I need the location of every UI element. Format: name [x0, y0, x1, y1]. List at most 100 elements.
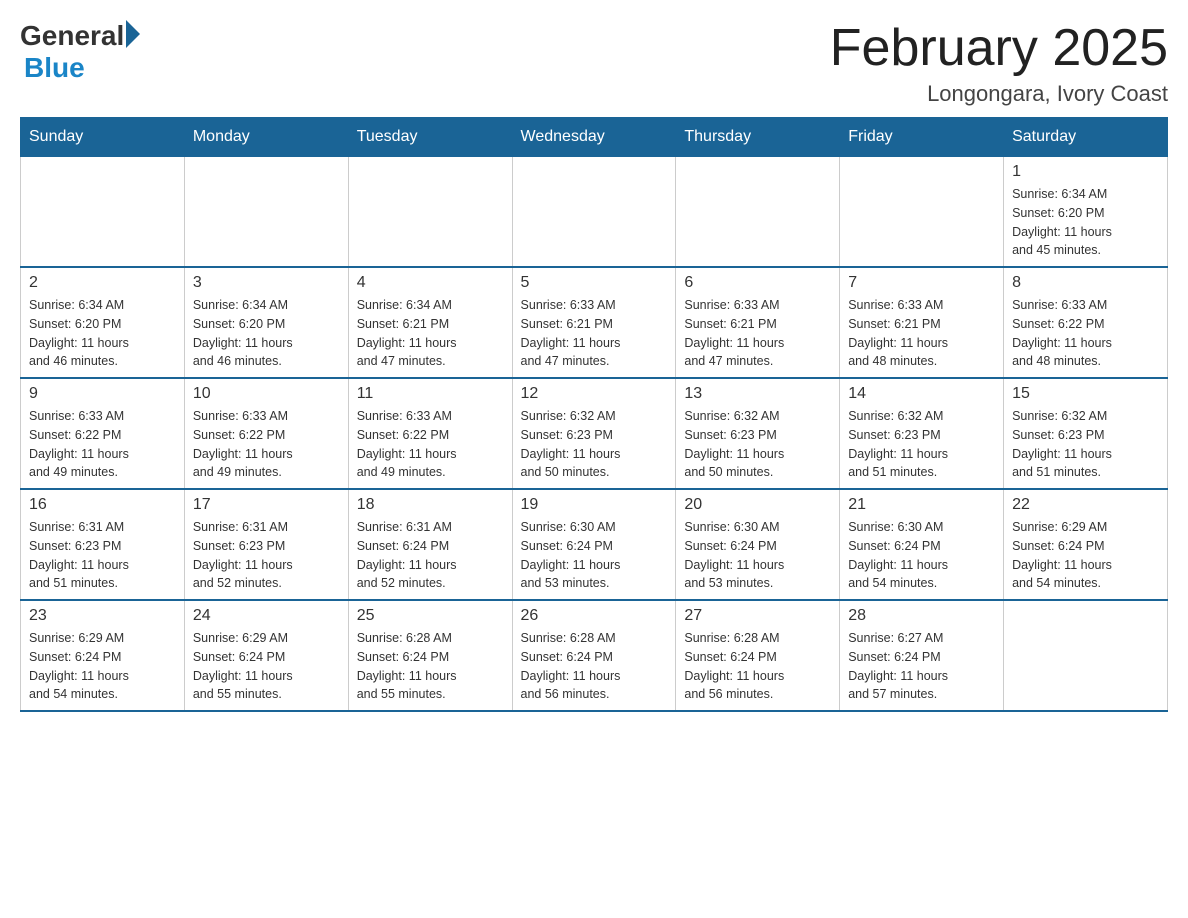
day-number: 3	[193, 274, 340, 292]
table-row	[348, 157, 512, 268]
table-row: 10 Sunrise: 6:33 AMSunset: 6:22 PMDayligh…	[184, 378, 348, 489]
day-info: Sunrise: 6:29 AMSunset: 6:24 PMDaylight:…	[193, 629, 340, 704]
calendar-table: Sunday Monday Tuesday Wednesday Thursday…	[20, 117, 1168, 712]
day-info: Sunrise: 6:33 AMSunset: 6:22 PMDaylight:…	[29, 407, 176, 482]
table-row: 9Sunrise: 6:33 AMSunset: 6:22 PMDaylight…	[21, 378, 185, 489]
weekday-header-row: Sunday Monday Tuesday Wednesday Thursday…	[21, 118, 1168, 157]
day-number: 7	[848, 274, 995, 292]
day-info: Sunrise: 6:33 AMSunset: 6:22 PMDaylight:…	[1012, 296, 1159, 371]
day-number: 6	[684, 274, 831, 292]
day-number: 4	[357, 274, 504, 292]
day-number: 5	[521, 274, 668, 292]
location-label: Longongara, Ivory Coast	[830, 81, 1168, 107]
table-row: 20 Sunrise: 6:30 AMSunset: 6:24 PMDayligh…	[676, 489, 840, 600]
table-row: 21 Sunrise: 6:30 AMSunset: 6:24 PMDayligh…	[840, 489, 1004, 600]
day-info: Sunrise: 6:27 AMSunset: 6:24 PMDaylight:…	[848, 629, 995, 704]
day-info: Sunrise: 6:33 AMSunset: 6:21 PMDaylight:…	[848, 296, 995, 371]
day-number: 19	[521, 496, 668, 514]
table-row: 22 Sunrise: 6:29 AMSunset: 6:24 PMDayligh…	[1004, 489, 1168, 600]
day-info: Sunrise: 6:29 AMSunset: 6:24 PMDaylight:…	[1012, 518, 1159, 593]
table-row: 27 Sunrise: 6:28 AMSunset: 6:24 PMDayligh…	[676, 600, 840, 711]
day-number: 27	[684, 607, 831, 625]
table-row: 13Sunrise: 6:32 AMSunset: 6:23 PMDayligh…	[676, 378, 840, 489]
day-number: 8	[1012, 274, 1159, 292]
table-row: 24 Sunrise: 6:29 AMSunset: 6:24 PMDayligh…	[184, 600, 348, 711]
table-row: 16 Sunrise: 6:31 AMSunset: 6:23 PMDayligh…	[21, 489, 185, 600]
table-row: 19 Sunrise: 6:30 AMSunset: 6:24 PMDayligh…	[512, 489, 676, 600]
day-number: 1	[1012, 163, 1159, 181]
table-row	[184, 157, 348, 268]
day-number: 25	[357, 607, 504, 625]
table-row: 3 Sunrise: 6:34 AMSunset: 6:20 PMDaylight…	[184, 267, 348, 378]
logo-blue-text: Blue	[24, 52, 85, 84]
day-number: 20	[684, 496, 831, 514]
day-info: Sunrise: 6:31 AMSunset: 6:23 PMDaylight:…	[193, 518, 340, 593]
day-number: 28	[848, 607, 995, 625]
table-row: 15Sunrise: 6:32 AMSunset: 6:23 PMDayligh…	[1004, 378, 1168, 489]
day-number: 23	[29, 607, 176, 625]
header-friday: Friday	[840, 118, 1004, 157]
table-row: 28 Sunrise: 6:27 AMSunset: 6:24 PMDayligh…	[840, 600, 1004, 711]
header-thursday: Thursday	[676, 118, 840, 157]
table-row: 14 Sunrise: 6:32 AMSunset: 6:23 PMDayligh…	[840, 378, 1004, 489]
day-info: Sunrise: 6:29 AMSunset: 6:24 PMDaylight:…	[29, 629, 176, 704]
calendar-week-row: 16 Sunrise: 6:31 AMSunset: 6:23 PMDayligh…	[21, 489, 1168, 600]
logo-flag-icon	[126, 20, 140, 48]
table-row: 6Sunrise: 6:33 AMSunset: 6:21 PMDaylight…	[676, 267, 840, 378]
day-info: Sunrise: 6:28 AMSunset: 6:24 PMDaylight:…	[521, 629, 668, 704]
table-row	[21, 157, 185, 268]
day-info: Sunrise: 6:28 AMSunset: 6:24 PMDaylight:…	[357, 629, 504, 704]
header-monday: Monday	[184, 118, 348, 157]
header-tuesday: Tuesday	[348, 118, 512, 157]
logo-general-text: General	[20, 20, 124, 52]
day-number: 13	[684, 385, 831, 403]
calendar-week-row: 1 Sunrise: 6:34 AMSunset: 6:20 PMDaylight…	[21, 157, 1168, 268]
table-row: 5 Sunrise: 6:33 AMSunset: 6:21 PMDaylight…	[512, 267, 676, 378]
table-row: 25 Sunrise: 6:28 AMSunset: 6:24 PMDayligh…	[348, 600, 512, 711]
table-row: 7 Sunrise: 6:33 AMSunset: 6:21 PMDaylight…	[840, 267, 1004, 378]
page-header: General Blue February 2025 Longongara, I…	[20, 20, 1168, 107]
day-number: 17	[193, 496, 340, 514]
day-info: Sunrise: 6:30 AMSunset: 6:24 PMDaylight:…	[521, 518, 668, 593]
header-sunday: Sunday	[21, 118, 185, 157]
table-row	[512, 157, 676, 268]
day-number: 16	[29, 496, 176, 514]
day-number: 14	[848, 385, 995, 403]
title-area: February 2025 Longongara, Ivory Coast	[830, 20, 1168, 107]
day-info: Sunrise: 6:34 AMSunset: 6:20 PMDaylight:…	[193, 296, 340, 371]
table-row: 23 Sunrise: 6:29 AMSunset: 6:24 PMDayligh…	[21, 600, 185, 711]
table-row: 12Sunrise: 6:32 AMSunset: 6:23 PMDayligh…	[512, 378, 676, 489]
day-info: Sunrise: 6:31 AMSunset: 6:23 PMDaylight:…	[29, 518, 176, 593]
table-row: 17 Sunrise: 6:31 AMSunset: 6:23 PMDayligh…	[184, 489, 348, 600]
day-info: Sunrise: 6:33 AMSunset: 6:22 PMDaylight:…	[357, 407, 504, 482]
table-row: 2Sunrise: 6:34 AMSunset: 6:20 PMDaylight…	[21, 267, 185, 378]
header-wednesday: Wednesday	[512, 118, 676, 157]
day-number: 18	[357, 496, 504, 514]
day-info: Sunrise: 6:31 AMSunset: 6:24 PMDaylight:…	[357, 518, 504, 593]
table-row: 26 Sunrise: 6:28 AMSunset: 6:24 PMDayligh…	[512, 600, 676, 711]
calendar-week-row: 9Sunrise: 6:33 AMSunset: 6:22 PMDaylight…	[21, 378, 1168, 489]
day-number: 24	[193, 607, 340, 625]
day-number: 22	[1012, 496, 1159, 514]
day-info: Sunrise: 6:34 AMSunset: 6:21 PMDaylight:…	[357, 296, 504, 371]
day-info: Sunrise: 6:28 AMSunset: 6:24 PMDaylight:…	[684, 629, 831, 704]
table-row: 1 Sunrise: 6:34 AMSunset: 6:20 PMDaylight…	[1004, 157, 1168, 268]
day-info: Sunrise: 6:33 AMSunset: 6:21 PMDaylight:…	[521, 296, 668, 371]
day-info: Sunrise: 6:33 AMSunset: 6:22 PMDaylight:…	[193, 407, 340, 482]
day-number: 10	[193, 385, 340, 403]
day-number: 11	[357, 385, 504, 403]
day-info: Sunrise: 6:34 AMSunset: 6:20 PMDaylight:…	[1012, 185, 1159, 260]
day-number: 15	[1012, 385, 1159, 403]
day-number: 21	[848, 496, 995, 514]
table-row: 8 Sunrise: 6:33 AMSunset: 6:22 PMDaylight…	[1004, 267, 1168, 378]
table-row	[840, 157, 1004, 268]
day-info: Sunrise: 6:30 AMSunset: 6:24 PMDaylight:…	[684, 518, 831, 593]
table-row	[1004, 600, 1168, 711]
calendar-week-row: 2Sunrise: 6:34 AMSunset: 6:20 PMDaylight…	[21, 267, 1168, 378]
day-number: 26	[521, 607, 668, 625]
day-info: Sunrise: 6:30 AMSunset: 6:24 PMDaylight:…	[848, 518, 995, 593]
day-info: Sunrise: 6:32 AMSunset: 6:23 PMDaylight:…	[848, 407, 995, 482]
day-number: 12	[521, 385, 668, 403]
header-saturday: Saturday	[1004, 118, 1168, 157]
calendar-week-row: 23 Sunrise: 6:29 AMSunset: 6:24 PMDayligh…	[21, 600, 1168, 711]
